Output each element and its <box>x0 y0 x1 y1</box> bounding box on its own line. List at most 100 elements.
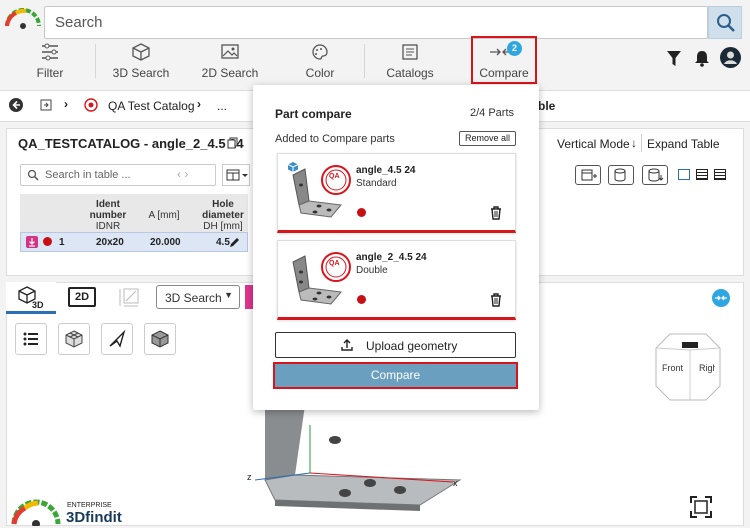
breadcrumb-ellipsis[interactable]: ... <box>217 99 227 113</box>
avatar[interactable] <box>720 47 741 68</box>
funnel-icon[interactable] <box>666 50 682 68</box>
compare-count-badge: 2 <box>507 41 522 56</box>
view-card-icon[interactable] <box>678 169 690 180</box>
user-icon <box>724 51 737 64</box>
cell-dh[interactable]: 4.5 <box>216 237 230 248</box>
list-view-button[interactable] <box>15 323 47 355</box>
color-swatch[interactable] <box>245 285 253 309</box>
column-header-dh[interactable]: Hole diameter DH [mm] <box>190 199 256 232</box>
copy-icon[interactable] <box>227 137 238 149</box>
fit-view-button[interactable] <box>686 492 718 524</box>
bell-icon[interactable] <box>694 49 710 67</box>
compare-item-name: angle_4.5 24 <box>356 165 416 176</box>
compare-item-name: angle_2_4.5 24 <box>356 252 427 263</box>
view-cube-right[interactable]: Right <box>699 363 715 373</box>
divider <box>641 134 642 152</box>
catalog-book-icon <box>402 44 418 60</box>
status-dot <box>357 295 366 304</box>
toolbar-divider <box>364 44 365 78</box>
wireframe-icon <box>65 330 83 348</box>
compare-item-variant: Standard <box>356 178 397 189</box>
list-icon <box>23 332 38 346</box>
axis-x-label: x <box>453 478 458 488</box>
breadcrumb-catalog[interactable]: QA Test Catalog <box>108 99 195 113</box>
part-thumbnail <box>287 161 351 225</box>
expand-table-toggle[interactable]: Expand Table <box>647 137 720 151</box>
database-icon <box>614 168 626 182</box>
shaded-view-button[interactable] <box>144 323 176 355</box>
trash-icon[interactable] <box>490 206 502 220</box>
status-dot <box>43 237 52 246</box>
mesh-view-button[interactable] <box>58 323 90 355</box>
view-compact-icon[interactable] <box>714 169 726 180</box>
edit-pencil-icon[interactable] <box>229 237 240 248</box>
column-name: Hole diameter <box>202 199 244 221</box>
chevron-right-icon: › <box>64 97 68 111</box>
search-mode-value: 3D Search <box>165 291 222 305</box>
breadcrumb-current: ble <box>538 99 556 113</box>
tab-2d[interactable]: 2D <box>68 287 96 307</box>
search-icon <box>717 14 735 32</box>
toolbar-divider <box>95 44 96 78</box>
search-mode-dropdown[interactable]: 3D Search ▼ <box>156 285 240 309</box>
qa-stamp: QA <box>329 173 340 180</box>
add-row-button[interactable] <box>575 165 601 185</box>
compare-submit-button[interactable]: Compare <box>273 362 518 389</box>
view-list-icon[interactable] <box>696 169 708 180</box>
column-unit: A [mm] <box>148 210 180 221</box>
measure-icon[interactable] <box>117 286 141 308</box>
filter-button[interactable]: Filter <box>28 42 72 80</box>
table-row[interactable] <box>20 232 248 252</box>
column-header-a[interactable]: A [mm] <box>141 210 187 221</box>
app-logo-icon[interactable] <box>4 8 42 30</box>
search-2d-button[interactable]: 2D Search <box>200 42 260 80</box>
cube-3d-icon: 3D <box>18 286 44 310</box>
brand-logo-icon <box>8 496 64 526</box>
upload-geometry-button[interactable]: Upload geometry <box>275 332 516 358</box>
fullscreen-icon <box>690 496 712 518</box>
prev-next-icon[interactable]: ‹ › <box>177 167 188 181</box>
popup-count: 2/4 Parts <box>470 107 515 119</box>
search-2d-label: 2D Search <box>201 66 259 80</box>
shaded-cube-icon <box>151 330 169 348</box>
svg-text:3D: 3D <box>32 300 44 310</box>
back-icon[interactable] <box>9 98 23 112</box>
color-button[interactable]: Color <box>300 42 340 80</box>
upload-icon <box>340 338 354 352</box>
column-toggle-button[interactable] <box>222 164 250 186</box>
compare-mode-icon[interactable] <box>712 289 730 307</box>
catalogs-button[interactable]: Catalogs <box>384 42 436 80</box>
axis-z-label: z <box>247 472 252 482</box>
measure-tool-button[interactable] <box>101 323 133 355</box>
database-add-button[interactable] <box>608 165 634 185</box>
popup-title: Part compare <box>275 107 352 121</box>
column-unit: IDNR <box>95 221 121 232</box>
home-entry-icon[interactable] <box>40 99 52 111</box>
column-name: Ident number <box>89 199 127 221</box>
database-download-button[interactable] <box>642 165 668 185</box>
trash-icon[interactable] <box>490 293 502 307</box>
download-icon[interactable] <box>26 236 38 248</box>
search-button[interactable] <box>708 6 742 39</box>
caret-down-icon: ▼ <box>224 290 233 300</box>
search-input[interactable]: Search <box>44 6 708 39</box>
vertical-mode-toggle[interactable]: Vertical Mode <box>557 137 630 151</box>
column-header-idnr[interactable]: Ident number IDNR <box>77 199 139 232</box>
angle-bracket-model[interactable] <box>235 405 465 515</box>
search-icon <box>27 169 39 181</box>
search-3d-button[interactable]: 3D Search <box>112 42 170 80</box>
brand-name: 3Dfindit <box>66 509 122 526</box>
compare-highlight <box>471 36 537 84</box>
catalog-logo-icon <box>84 98 98 112</box>
cube-icon <box>132 43 150 61</box>
row-index: 1 <box>59 237 65 248</box>
tab-3d[interactable]: 3D <box>6 282 56 314</box>
remove-all-button[interactable]: Remove all <box>459 131 516 146</box>
palette-icon <box>312 44 328 60</box>
popup-added-label: Added to Compare parts <box>275 133 395 145</box>
compare-item-variant: Double <box>356 265 388 276</box>
qa-stamp: QA <box>329 260 340 267</box>
view-cube-front[interactable]: Front <box>662 363 683 373</box>
arrow-down-icon: ↓ <box>631 136 637 150</box>
catalogs-label: Catalogs <box>386 66 434 80</box>
